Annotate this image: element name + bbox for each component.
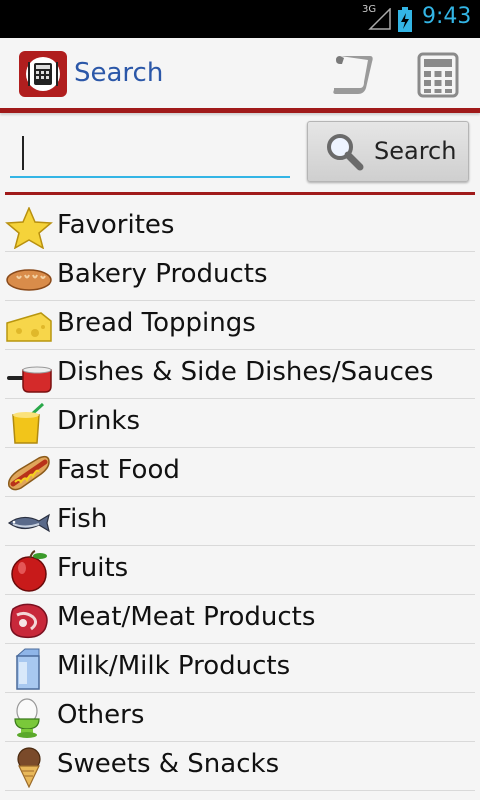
app-logo-icon[interactable] [18, 50, 68, 98]
status-bar: 3G 9:43 [0, 0, 480, 38]
milk-carton-icon [15, 648, 40, 690]
list-item-label: Bread Toppings [57, 308, 256, 338]
list-item-label: Sweets & Snacks [57, 749, 280, 779]
list-item-meat[interactable]: Meat/Meat Products [5, 595, 475, 644]
battery-icon [398, 7, 412, 32]
page-title: Search [74, 58, 164, 88]
icecream-icon [17, 747, 41, 788]
list-item-label: Favorites [57, 210, 175, 240]
search-icon [327, 134, 364, 171]
list-item-label: Drinks [57, 406, 141, 436]
list-item-label: Dishes & Side Dishes/Sauces [57, 357, 434, 387]
list-item-sweets[interactable]: Sweets & Snacks [5, 742, 475, 791]
clock: 9:43 [422, 4, 472, 29]
list-item-bakery-products[interactable]: Bakery Products [5, 252, 475, 301]
meat-icon [10, 603, 48, 639]
drink-icon [12, 403, 45, 444]
list-item-label: Fast Food [57, 455, 180, 485]
egg-icon [14, 698, 40, 738]
list-item-label: Fruits [57, 553, 129, 583]
list-item-bread-toppings[interactable]: Bread Toppings [5, 301, 475, 350]
list-item-fruits[interactable]: Fruits [5, 546, 475, 595]
list-item-dishes[interactable]: Dishes & Side Dishes/Sauces [5, 350, 475, 399]
search-button-label: Search [374, 137, 457, 165]
list-item-label: Milk/Milk Products [57, 651, 291, 681]
header-divider [0, 108, 480, 113]
search-divider [5, 192, 475, 195]
action-bar: Search [0, 38, 480, 110]
bread-icon [6, 269, 52, 291]
list-item-label: Others [57, 700, 145, 730]
scroll-icon[interactable] [330, 52, 376, 96]
list-item-label: Bakery Products [57, 259, 268, 289]
list-item-fast-food[interactable]: Fast Food [5, 448, 475, 497]
list-item-label: Fish [57, 504, 108, 534]
hotdog-icon [7, 455, 50, 491]
search-input[interactable] [10, 124, 290, 178]
list-item-drinks[interactable]: Drinks [5, 399, 475, 448]
saucepan-icon [7, 366, 52, 393]
category-list: Favorites Bakery Products Bread Toppings… [0, 203, 480, 791]
fish-icon [7, 513, 50, 533]
list-item-others[interactable]: Others [5, 693, 475, 742]
cheese-icon [6, 312, 52, 342]
signal-icon [368, 8, 391, 30]
star-icon [5, 207, 53, 249]
list-item-fish[interactable]: Fish [5, 497, 475, 546]
list-item-milk[interactable]: Milk/Milk Products [5, 644, 475, 693]
list-item-label: Meat/Meat Products [57, 602, 316, 632]
list-item-favorites[interactable]: Favorites [5, 203, 475, 252]
apple-icon [11, 550, 47, 592]
text-cursor [22, 136, 24, 170]
calculator-icon[interactable] [416, 52, 462, 98]
search-button[interactable]: Search [307, 121, 469, 182]
